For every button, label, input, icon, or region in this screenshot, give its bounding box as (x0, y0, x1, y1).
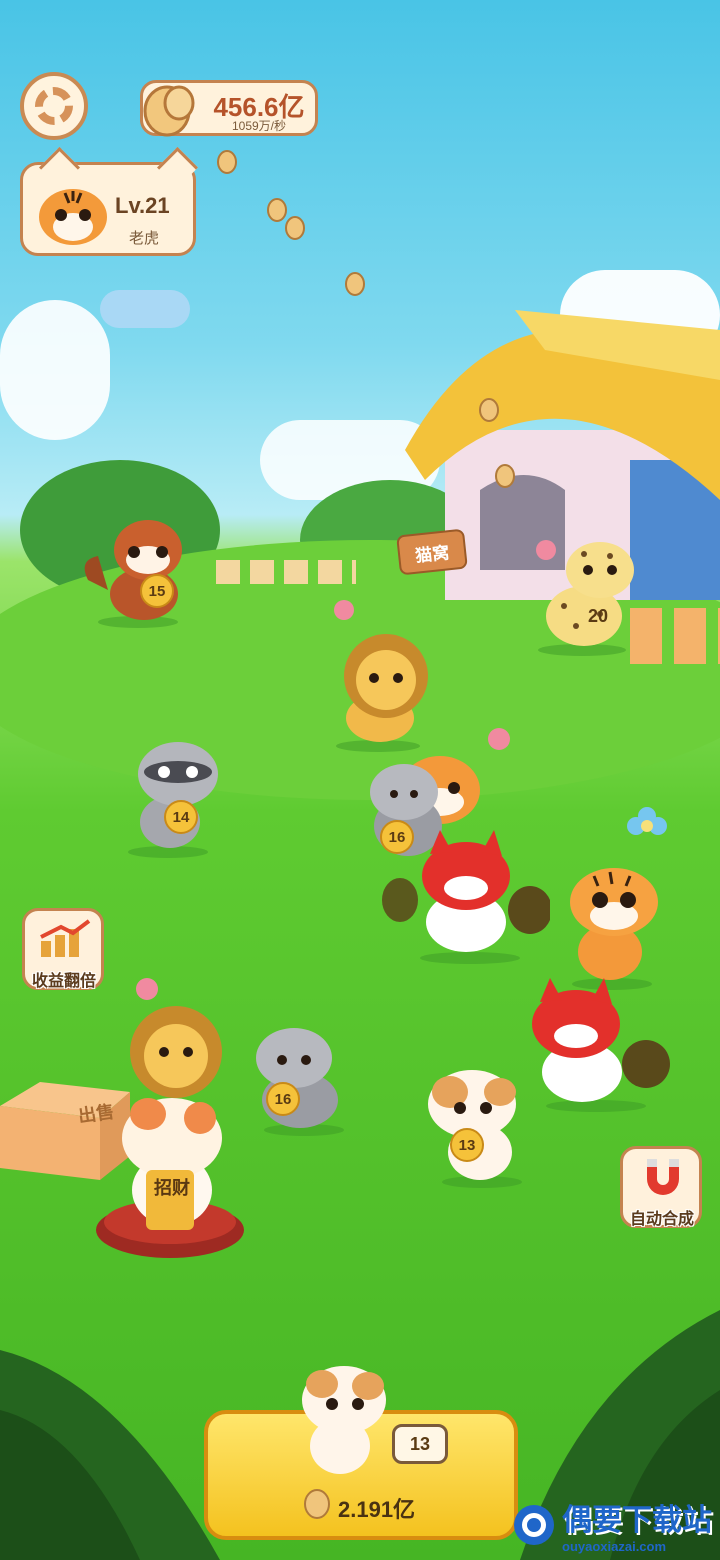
leopard[interactable] (514, 536, 644, 656)
double-income-button[interactable]: 收益翻倍 (22, 908, 104, 990)
tiger-2[interactable] (550, 862, 670, 990)
gear-icon (35, 87, 73, 125)
watermark-title: 偶要下载站 (562, 1504, 712, 1537)
panel-ear (38, 146, 81, 189)
fish-coin-icon (285, 216, 305, 240)
tiger-avatar-icon (39, 189, 107, 245)
panel-ear (156, 146, 199, 189)
game-screen: 猫窝 456.6亿 1059万/秒 Lv.21 老虎 15 20 14 16 1… (0, 0, 720, 1560)
lucky-cat-label: 招财 (154, 1178, 190, 1198)
level-tag: 16 (266, 1082, 300, 1116)
red-panda[interactable] (78, 510, 198, 630)
level-tag: 13 (450, 1128, 484, 1162)
fence (216, 560, 356, 584)
player-animal-name: 老虎 (129, 230, 160, 247)
magnet-icon (647, 1159, 679, 1195)
flower-icon (627, 807, 667, 835)
raccoon[interactable] (106, 734, 226, 858)
level-tag: 14 (164, 800, 198, 834)
watermark-logo-icon (514, 1504, 554, 1545)
watermark-url: ouyaoxiazai.com (562, 1539, 667, 1554)
fish-coin-icon (217, 150, 237, 174)
cloud (0, 300, 110, 440)
shop-cat-level: 13 (392, 1424, 448, 1464)
house-sign: 猫窝 (396, 528, 468, 576)
fish-coin-icon (304, 1489, 330, 1519)
fish-coin-icon (143, 85, 195, 137)
double-income-label: 收益翻倍 (31, 973, 96, 990)
fish-coin-icon (479, 398, 499, 422)
yarn-ball-icon[interactable] (334, 600, 354, 620)
settings-button[interactable] (20, 72, 88, 140)
calico-cat[interactable] (420, 1064, 550, 1188)
house-sign-label: 猫窝 (414, 542, 451, 566)
buy-price: 2.191亿 (338, 1497, 416, 1522)
player-level: Lv.21 (115, 193, 170, 218)
auto-merge-label: 自动合成 (629, 1211, 694, 1228)
shop-cat (302, 1366, 386, 1474)
fish-coin-icon (495, 464, 515, 488)
lion[interactable] (308, 628, 438, 752)
level-tag: 20 (588, 606, 609, 626)
cloud (100, 290, 190, 328)
watermark: 偶要下载站 ouyaoxiazai.com (512, 1495, 712, 1554)
level-tag: 15 (140, 574, 174, 608)
currency-panel: 456.6亿 1059万/秒 (140, 80, 318, 137)
income-rate: 1059万/秒 (231, 119, 287, 133)
fish-coin-icon (345, 272, 365, 296)
yarn-ball-icon[interactable] (136, 978, 158, 1000)
auto-merge-button[interactable]: 自动合成 (620, 1146, 702, 1228)
red-fox-cat[interactable] (380, 830, 550, 964)
yarn-ball-icon[interactable] (488, 728, 510, 750)
manul-cat-2[interactable] (244, 1022, 364, 1136)
player-level-panel[interactable]: Lv.21 老虎 (20, 146, 199, 256)
bar-chart-icon (40, 919, 91, 957)
